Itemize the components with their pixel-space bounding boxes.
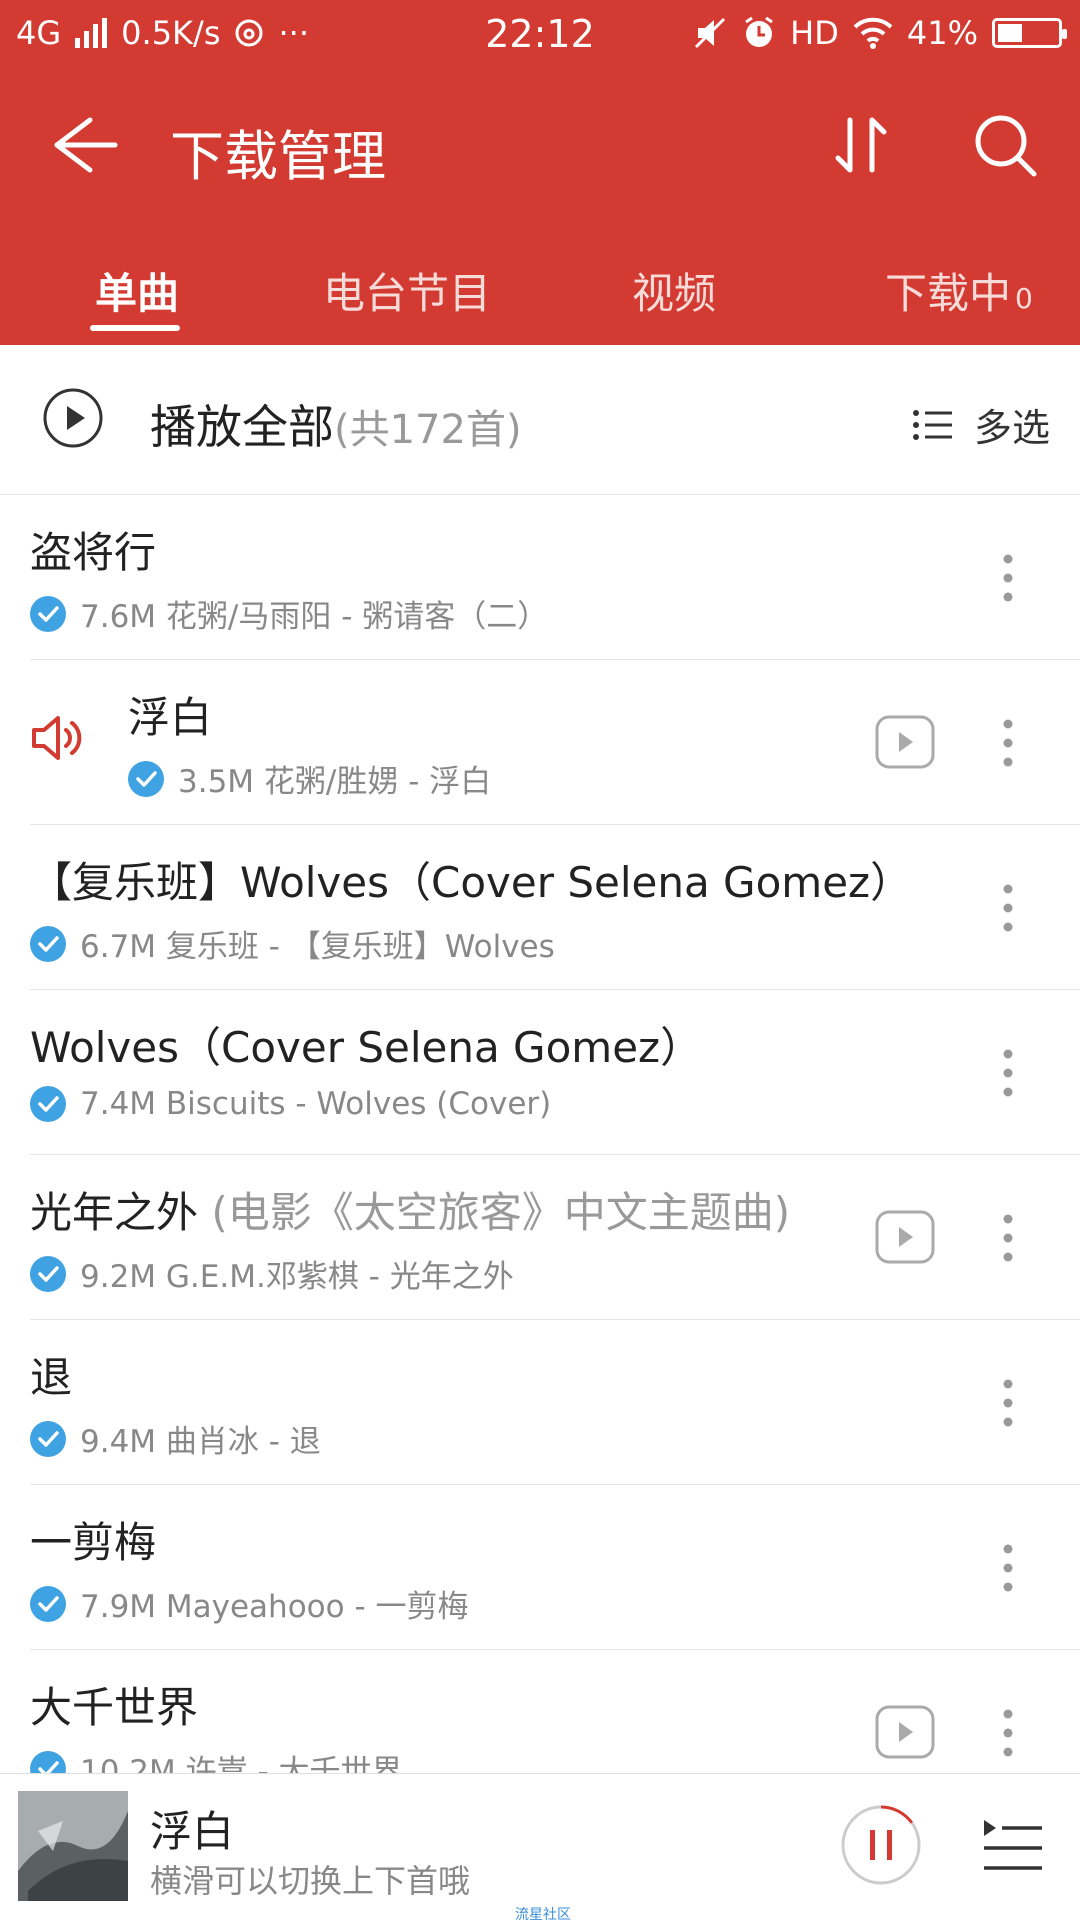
song-title-line: 大千世界 [30,1674,198,1735]
song-title-line: 一剪梅 [30,1509,156,1570]
mv-play-icon[interactable] [875,1705,935,1759]
list-icon [912,409,952,440]
more-options-icon[interactable] [996,1543,1020,1593]
album-art-image [18,1791,128,1901]
tab-video[interactable]: 视频 [632,260,716,321]
play-all-text: 播放全部 [150,400,334,454]
more-options-icon[interactable] [996,1048,1020,1098]
song-title: 【复乐班】Wolves（Cover Selena Gomez） [30,858,913,907]
watermark: 流星社区 [515,1907,571,1920]
mv-play-icon[interactable] [875,715,935,769]
song-title: 一剪梅 [30,1518,157,1567]
song-title: Wolves（Cover Selena Gomez） [30,1023,703,1072]
song-title: 盗将行 [30,528,157,577]
page-title: 下载管理 [170,125,386,188]
song-meta: 9.2M G.E.M.邓紫棋 - 光年之外 [30,1251,514,1296]
tab-downloading[interactable]: 下载中 0 [885,260,1033,321]
now-playing-speaker-icon [32,716,82,760]
song-list: 盗将行 7.6M 花粥/马雨阳 - 粥请客（二） 浮白 3.5M 花粥/胜娚 -… [0,495,1080,1815]
song-title-line: 退 [30,1344,72,1405]
album-cover[interactable] [18,1791,128,1901]
song-meta-text: 9.4M 曲肖冰 - 退 [80,1424,321,1460]
song-meta-text: 6.7M 复乐班 - 【复乐班】Wolves [80,929,555,965]
song-title: 大千世界 [30,1683,199,1732]
tab-label: 单曲 [95,269,180,318]
song-meta: 3.5M 花粥/胜娚 - 浮白 [128,756,491,801]
status-bar: 4G 0.5K/s ··· 22:12 HD 41% [0,0,1080,70]
tab-count: 0 [1015,282,1033,315]
song-title-line: Wolves（Cover Selena Gomez） [30,1014,702,1075]
downloaded-check-icon [30,1420,66,1457]
song-subtitle: (电影《太空旅客》中文主题曲) [198,1188,791,1237]
song-title-line: 光年之外 (电影《太空旅客》中文主题曲) [30,1179,790,1240]
hd-indicator: HD [790,14,839,52]
song-title: 浮白 [128,693,213,742]
downloaded-check-icon [30,925,66,962]
more-options-icon[interactable] [996,553,1020,603]
search-icon[interactable] [970,110,1040,180]
song-meta-text: 7.4M Biscuits - Wolves (Cover) [80,1086,552,1122]
tab-label: 下载中 [885,269,1012,318]
song-title-line: 【复乐班】Wolves（Cover Selena Gomez） [30,849,912,910]
more-options-icon[interactable] [996,1378,1020,1428]
song-meta-text: 3.5M 花粥/胜娚 - 浮白 [178,764,492,800]
multi-select-label: 多选 [973,406,1050,450]
tab-bar: 单曲 电台节目 视频 下载中 0 [0,250,1080,345]
song-title: 退 [30,1353,73,1402]
more-options-icon[interactable] [996,1708,1020,1758]
player-song-title: 浮白 [150,1807,235,1856]
song-row[interactable]: 光年之外 (电影《太空旅客》中文主题曲) 9.2M G.E.M.邓紫棋 - 光年… [0,1155,1080,1320]
mute-icon [695,17,726,49]
song-row[interactable]: 一剪梅 7.9M Mayeahooo - 一剪梅 [0,1485,1080,1650]
tab-radio[interactable]: 电台节目 [323,260,491,321]
song-title-line: 浮白 [128,684,212,745]
song-meta-text: 7.9M Mayeahooo - 一剪梅 [80,1589,469,1625]
song-row[interactable]: 盗将行 7.6M 花粥/马雨阳 - 粥请客（二） [0,495,1080,660]
mini-player[interactable]: 浮白 横滑可以切换上下首哦 流星社区 [0,1773,1080,1920]
alarm-icon [745,16,774,47]
battery-icon [992,18,1067,48]
song-meta: 6.7M 复乐班 - 【复乐班】Wolves [30,921,555,966]
play-all-bar[interactable]: 播放全部(共172首) 多选 [0,345,1080,495]
more-options-icon[interactable] [996,718,1020,768]
song-row[interactable]: 浮白 3.5M 花粥/胜娚 - 浮白 [0,660,1080,825]
song-meta: 7.6M 花粥/马雨阳 - 粥请客（二） [30,591,548,636]
tab-label: 视频 [632,269,717,318]
song-row[interactable]: 退 9.4M 曲肖冰 - 退 [0,1320,1080,1485]
app-header: 4G 0.5K/s ··· 22:12 HD 41% 下载管理 单曲 电台节目 … [0,0,1080,345]
player-hint: 横滑可以切换上下首哦 [150,1862,471,1900]
song-title: 光年之外 [30,1188,199,1237]
more-options-icon[interactable] [996,883,1020,933]
play-all-label[interactable]: 播放全部(共172首) [150,391,522,457]
mv-play-icon[interactable] [875,1210,935,1264]
more-options-icon[interactable] [996,1213,1020,1263]
downloaded-check-icon [30,1585,66,1622]
pause-button[interactable] [840,1804,922,1886]
song-meta: 9.4M 曲肖冰 - 退 [30,1416,321,1461]
wifi-icon [853,17,893,49]
tab-label: 电台节目 [323,269,492,318]
song-row[interactable]: Wolves（Cover Selena Gomez） 7.4M Biscuits… [0,990,1080,1155]
downloaded-check-icon [128,760,164,797]
tab-singles[interactable]: 单曲 [95,260,179,321]
multi-select-button[interactable]: 多选 [912,397,1050,452]
song-title-line: 盗将行 [30,519,156,580]
title-bar: 下载管理 [0,90,1080,200]
playlist-queue-icon[interactable] [980,1816,1046,1874]
song-meta-text: 9.2M G.E.M.邓紫棋 - 光年之外 [80,1259,514,1295]
downloaded-check-icon [30,1255,66,1292]
song-count: (共172首) [334,407,522,453]
song-meta: 7.9M Mayeahooo - 一剪梅 [30,1581,469,1626]
song-meta: 7.4M Biscuits - Wolves (Cover) [30,1086,551,1122]
downloaded-check-icon [30,595,66,632]
sort-icon[interactable] [828,110,898,180]
tab-indicator [90,325,180,331]
battery-percent: 41% [906,14,978,52]
play-circle-icon[interactable] [42,387,104,449]
song-row[interactable]: 【复乐班】Wolves（Cover Selena Gomez） 6.7M 复乐班… [0,825,1080,990]
song-meta-text: 7.6M 花粥/马雨阳 - 粥请客（二） [80,599,549,635]
back-arrow-icon[interactable] [45,110,125,180]
downloaded-check-icon [30,1086,66,1122]
